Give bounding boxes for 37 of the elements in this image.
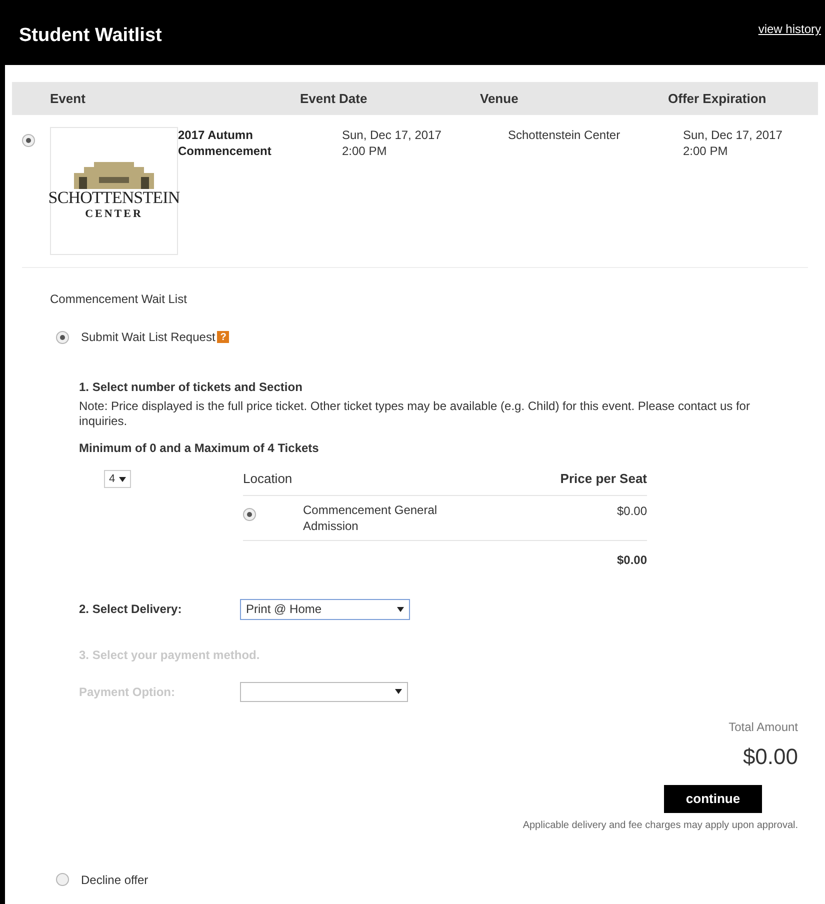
seat-price: $0.00 bbox=[616, 502, 647, 520]
delivery-select[interactable]: Print @ Home bbox=[240, 598, 410, 620]
total-amount: $0.00 bbox=[742, 742, 798, 770]
radio-button[interactable] bbox=[56, 330, 69, 344]
event-name: 2017 Autumn Commencement bbox=[178, 127, 272, 159]
step-title: 1. Select number of tickets and Section bbox=[79, 379, 304, 396]
caret-icon bbox=[397, 606, 404, 612]
view-history-link[interactable]: view history bbox=[758, 20, 821, 38]
caret-icon bbox=[119, 476, 126, 482]
subtotal: $0.00 bbox=[616, 552, 647, 568]
logo-name: SCHOTTENSTEIN bbox=[48, 189, 180, 206]
delivery-label: 2. Select Delivery: bbox=[79, 601, 183, 618]
event-date: Sun, Dec 17, 2017 2:00 PM bbox=[342, 127, 442, 159]
radio-button[interactable] bbox=[56, 873, 69, 886]
section-title: Commencement Wait List bbox=[50, 291, 188, 308]
total-label: Total Amount bbox=[728, 718, 798, 736]
column-header: Venue bbox=[480, 90, 520, 108]
ticket-limits: Minimum of 0 and a Maximum of 4 Tickets bbox=[79, 440, 320, 457]
column-header: Offer Expiration bbox=[668, 90, 766, 108]
price-note: Note: Price displayed is the full price ticket. Other ticket types may be available (e.g. Child) for this event. Please contact us for inquiries. bbox=[79, 399, 751, 429]
option-label: Submit Wait List Request bbox=[81, 329, 216, 346]
column-header: Event bbox=[50, 90, 86, 108]
fee-note: Applicable delivery and fee charges may apply upon approval. bbox=[522, 818, 798, 832]
logo-subtitle: CENTER bbox=[85, 207, 143, 222]
venue-name: Schottenstein Center bbox=[508, 127, 622, 143]
radio-button[interactable] bbox=[243, 508, 256, 520]
column-header: Event Date bbox=[300, 90, 368, 108]
column-header: Location bbox=[243, 470, 292, 488]
quantity-select[interactable]: 4 bbox=[104, 470, 132, 488]
continue-button[interactable]: continue bbox=[664, 784, 762, 812]
offer-expiration: Sun, Dec 17, 2017 2:00 PM bbox=[683, 127, 782, 159]
option-label: Decline offer bbox=[81, 872, 148, 888]
column-header: Price per Seat bbox=[560, 470, 647, 488]
caret-icon bbox=[395, 689, 402, 694]
page-title: Student Waitlist bbox=[19, 24, 162, 48]
location-name: Commencement General Admission bbox=[303, 502, 438, 534]
radio-button[interactable] bbox=[22, 134, 35, 147]
